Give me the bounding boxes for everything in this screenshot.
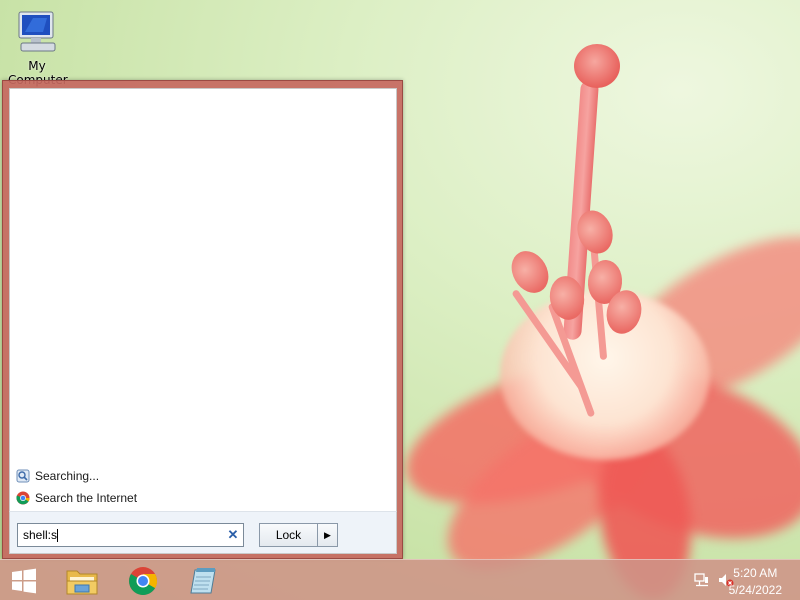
- result-search-internet[interactable]: Search the Internet: [16, 488, 137, 508]
- clock-time: 5:20 AM: [733, 566, 778, 580]
- searching-icon: [16, 469, 30, 483]
- taskbar: 5:20 AM 5/24/2022: [0, 559, 800, 600]
- result-label: Search the Internet: [35, 491, 138, 505]
- system-tray: 5:20 AM 5/24/2022: [660, 560, 800, 600]
- windows-logo-icon: [12, 568, 36, 594]
- file-explorer-icon: [66, 570, 98, 595]
- taskbar-clock[interactable]: 5:20 AM 5/24/2022: [729, 565, 782, 599]
- start-search-input[interactable]: shell:s ✕: [17, 523, 244, 547]
- start-menu-bottom-bar: shell:s ✕ Lock ▶: [9, 511, 397, 554]
- start-menu: Searching... Search the Internet shell:s…: [2, 80, 403, 559]
- search-input-value: shell:s: [23, 527, 58, 542]
- desktop-icon-my-computer[interactable]: My Computer: [8, 8, 68, 87]
- search-results-pane: Searching... Search the Internet: [9, 88, 397, 514]
- power-options-arrow-icon[interactable]: ▶: [318, 524, 337, 546]
- chrome-icon: [16, 491, 30, 505]
- lock-button-label[interactable]: Lock: [260, 524, 318, 546]
- clear-search-icon[interactable]: ✕: [223, 527, 243, 543]
- result-label: Searching...: [35, 469, 100, 483]
- notepad-icon: [190, 568, 216, 594]
- lock-button: Lock ▶: [259, 523, 338, 547]
- chrome-icon: [129, 567, 157, 595]
- taskbar-chrome[interactable]: [115, 562, 171, 600]
- taskbar-file-explorer[interactable]: [54, 562, 110, 600]
- network-icon[interactable]: [694, 572, 710, 588]
- result-searching: Searching...: [16, 466, 99, 486]
- taskbar-notepad[interactable]: [176, 562, 232, 600]
- computer-icon: [18, 11, 56, 52]
- start-button[interactable]: [0, 562, 48, 600]
- clock-date: 5/24/2022: [728, 583, 782, 597]
